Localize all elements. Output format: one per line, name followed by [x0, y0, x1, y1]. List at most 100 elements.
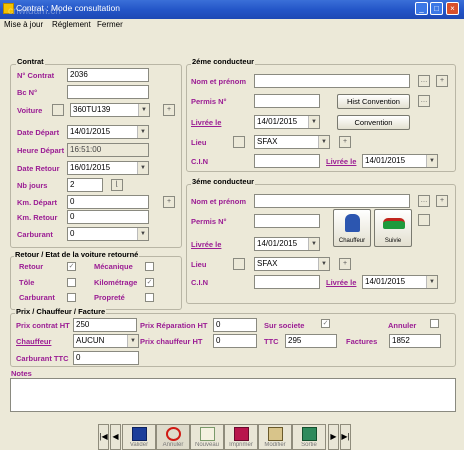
c3-livree-label: Livrée le: [191, 240, 222, 249]
mecanique-checkbox[interactable]: [145, 262, 154, 271]
c3-nom-label: Nom et prénom: [191, 197, 247, 206]
menu-fermer[interactable]: Fermer: [97, 20, 123, 29]
voiture-select[interactable]: 360TU139 ▼: [70, 103, 150, 117]
voiture-add-button[interactable]: +: [163, 104, 175, 116]
km-retour-label: Km. Retour: [17, 213, 58, 222]
retour-carburant-label: Carburant: [19, 293, 55, 302]
bc-field[interactable]: [67, 85, 149, 99]
c2-add-button[interactable]: +: [436, 75, 448, 87]
date-retour-field[interactable]: 16/01/2015 ▼: [67, 161, 149, 175]
kilometrage-checkbox[interactable]: ✓: [145, 278, 154, 287]
chevron-down-icon: ▼: [426, 276, 437, 288]
contrat-title: Contrat: [16, 57, 45, 66]
bc-label: Bc N°: [17, 88, 38, 97]
retour-checkbox[interactable]: ✓: [67, 262, 76, 271]
proprete-checkbox[interactable]: [145, 293, 154, 302]
c3-livree2-label: Livrée le: [326, 278, 357, 287]
watermark: cnwidam.ch: [8, 6, 61, 17]
valider-button[interactable]: Valider: [122, 424, 156, 450]
c3-livree2-field[interactable]: 14/01/2015 ▼: [362, 275, 438, 289]
first-record-button[interactable]: |◀: [98, 424, 109, 450]
c2-permis-browse-button[interactable]: …: [418, 95, 430, 107]
km-depart-label: Km. Départ: [17, 198, 58, 207]
modifier-button[interactable]: Modifier: [258, 424, 292, 450]
prix-reparation-label: Prix Réparation HT: [140, 321, 208, 330]
c3-cin-field[interactable]: [254, 275, 320, 289]
chauffeur-select[interactable]: AUCUN ▼: [73, 334, 139, 348]
c2-livree2-field[interactable]: 14/01/2015 ▼: [362, 154, 438, 168]
mecanique-label: Mécanique: [94, 262, 133, 271]
c2-lieu-label: Lieu: [191, 138, 207, 147]
c2-nom-field[interactable]: [254, 74, 410, 88]
c2-livree-label: Livrée le: [191, 118, 222, 127]
previous-record-button[interactable]: ◀: [110, 424, 121, 450]
c2-lieu-select[interactable]: SFAX ▼: [254, 135, 330, 149]
maximize-button[interactable]: □: [430, 2, 443, 15]
c3-lieu-select[interactable]: SFAX ▼: [254, 257, 330, 271]
prix-contrat-field[interactable]: 250: [73, 318, 137, 332]
n-contrat-field[interactable]: 2036: [67, 68, 149, 82]
carburant-ttc-field[interactable]: 0: [73, 351, 139, 365]
heure-depart-label: Heure Départ: [17, 146, 65, 155]
c3-livree-field[interactable]: 14/01/2015 ▼: [254, 237, 320, 251]
nouveau-button[interactable]: Nouveau: [190, 424, 224, 450]
heure-depart-field[interactable]: 16:51:00: [67, 143, 149, 157]
title-bar: Contrat : Mode consultation cnwidam.ch _…: [0, 0, 464, 19]
c3-add-button[interactable]: +: [436, 195, 448, 207]
c2-browse-button[interactable]: …: [418, 75, 430, 87]
convention-button[interactable]: Convention: [337, 115, 410, 130]
sortie-button[interactable]: Sortie: [292, 424, 326, 450]
carburant-label: Carburant: [17, 230, 53, 239]
exit-door-icon: [302, 427, 317, 441]
c3-lieu-lookup-button[interactable]: [233, 258, 245, 270]
retour-carburant-checkbox[interactable]: [67, 293, 76, 302]
next-record-button[interactable]: ▶: [328, 424, 339, 450]
chevron-down-icon: ▼: [308, 116, 319, 128]
tole-label: Tôle: [19, 278, 35, 287]
factures-field[interactable]: 1852: [389, 334, 441, 348]
notes-field[interactable]: [10, 378, 456, 412]
c2-lieu-lookup-button[interactable]: [233, 136, 245, 148]
prix-chauffeur-field[interactable]: 0: [213, 334, 257, 348]
tole-checkbox[interactable]: [67, 278, 76, 287]
c2-lieu-add-button[interactable]: +: [339, 136, 351, 148]
c3-browse-button[interactable]: …: [418, 195, 430, 207]
sur-societe-checkbox[interactable]: ✓: [321, 319, 330, 328]
c3-lieu-add-button[interactable]: +: [339, 258, 351, 270]
ttc-field[interactable]: 295: [285, 334, 337, 348]
chevron-down-icon: ▼: [318, 136, 329, 148]
hist-convention-button[interactable]: Hist Convention: [337, 94, 410, 109]
nb-jours-field[interactable]: 2: [67, 178, 103, 192]
annuler-button[interactable]: Annuler: [156, 424, 190, 450]
annuler-checkbox[interactable]: [430, 319, 439, 328]
prix-chauffeur-label: Prix chauffeur HT: [140, 337, 203, 346]
person-icon: [345, 214, 360, 232]
sur-societe-label: Sur societe: [264, 321, 305, 330]
suivie-button[interactable]: Suivie: [374, 209, 412, 247]
carburant-select[interactable]: 0 ▼: [67, 227, 149, 241]
prix-contrat-label: Prix contrat HT: [16, 321, 70, 330]
voiture-lookup-button[interactable]: [52, 104, 64, 116]
c3-permis-browse-button[interactable]: [418, 214, 430, 226]
prix-reparation-field[interactable]: 0: [213, 318, 257, 332]
km-depart-field[interactable]: 0: [67, 195, 149, 209]
c2-cin-field[interactable]: [254, 154, 320, 168]
c2-permis-field[interactable]: [254, 94, 320, 108]
menu-mise-a-jour[interactable]: Mise à jour: [4, 20, 43, 29]
chauffeur-button[interactable]: Chauffeur: [333, 209, 371, 247]
minimize-button[interactable]: _: [415, 2, 428, 15]
close-button[interactable]: ×: [446, 2, 459, 15]
km-retour-field[interactable]: 0: [67, 210, 149, 224]
date-depart-field[interactable]: 14/01/2015 ▼: [67, 125, 149, 139]
calc-button[interactable]: ⌊: [111, 179, 123, 191]
chauffeur-label: Chauffeur: [16, 337, 52, 346]
c3-lieu-label: Lieu: [191, 260, 207, 269]
c3-nom-field[interactable]: [254, 194, 410, 208]
c2-livree-field[interactable]: 14/01/2015 ▼: [254, 115, 320, 129]
km-add-button[interactable]: +: [163, 196, 175, 208]
menu-reglement[interactable]: Réglement: [52, 20, 91, 29]
c3-permis-field[interactable]: [254, 214, 320, 228]
imprimer-button[interactable]: Imprimer: [224, 424, 258, 450]
c3-permis-label: Permis N°: [191, 217, 227, 226]
last-record-button[interactable]: ▶|: [340, 424, 351, 450]
